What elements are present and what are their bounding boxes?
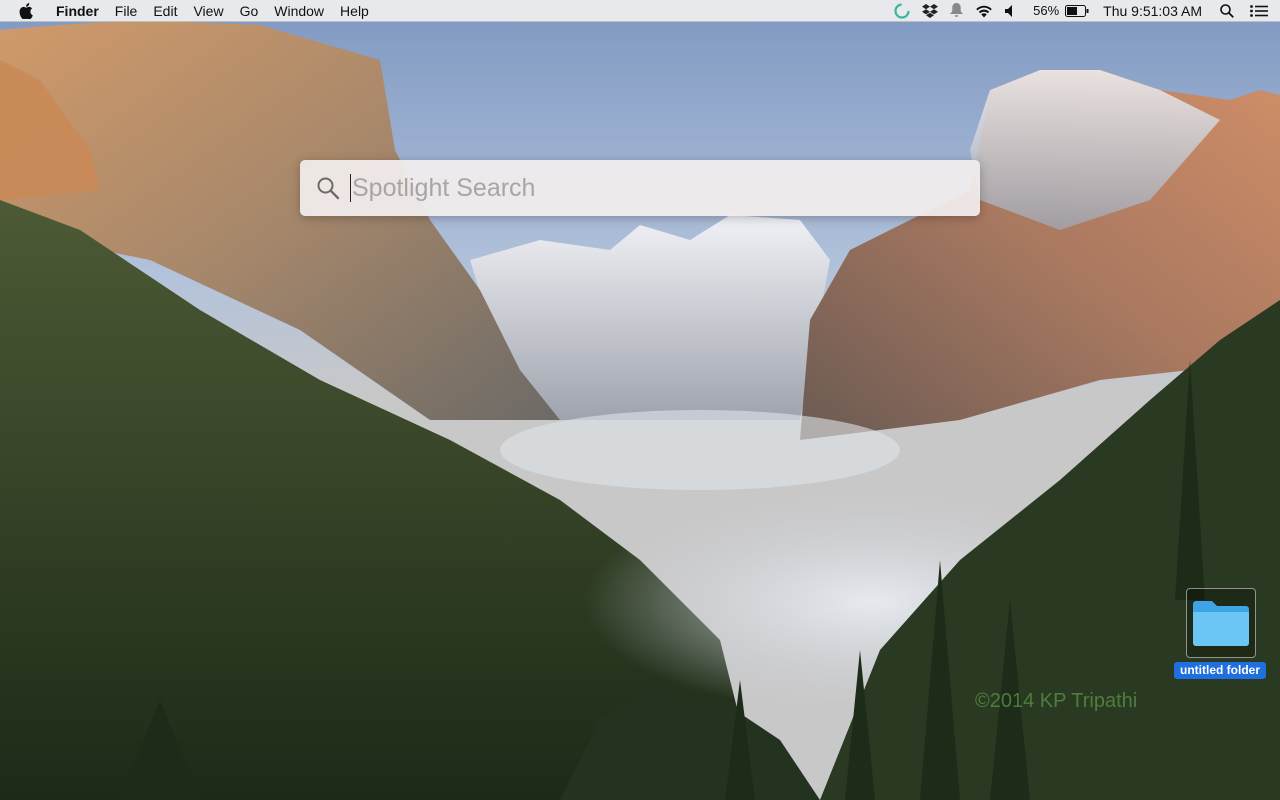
menu-file[interactable]: File	[107, 0, 146, 22]
wifi-icon[interactable]	[975, 4, 993, 18]
desktop-background	[0, 0, 1280, 800]
battery-percent: 56%	[1033, 3, 1060, 18]
battery-icon[interactable]	[1065, 4, 1089, 17]
menu-bar: Finder File Edit View Go Window Help 56%…	[0, 0, 1280, 22]
menu-bar-clock[interactable]: Thu 9:51:03 AM	[1103, 3, 1202, 19]
menu-app-finder[interactable]: Finder	[54, 0, 107, 22]
folder-label[interactable]: untitled folder	[1174, 662, 1266, 679]
menu-help[interactable]: Help	[332, 0, 377, 22]
spotlight-search-icon[interactable]	[1220, 3, 1234, 18]
wallpaper-watermark: ©2014 KP Tripathi	[975, 690, 1138, 712]
notification-center-icon[interactable]	[1250, 4, 1268, 17]
apple-menu-icon[interactable]	[16, 2, 36, 19]
spotlight-search-panel	[300, 160, 980, 216]
dropbox-icon[interactable]	[922, 3, 939, 18]
desktop-folder[interactable]: untitled folder	[1174, 588, 1268, 680]
spotlight-search-input[interactable]	[351, 168, 952, 208]
wallpaper-image	[0, 0, 1280, 800]
volume-icon[interactable]	[1005, 4, 1017, 17]
focus-app-icon[interactable]	[894, 2, 910, 19]
menu-view[interactable]: View	[185, 0, 231, 22]
menu-go[interactable]: Go	[232, 0, 267, 22]
folder-icon[interactable]	[1186, 588, 1256, 658]
menu-window[interactable]: Window	[266, 0, 332, 22]
menu-edit[interactable]: Edit	[145, 0, 185, 22]
notification-bell-icon[interactable]	[950, 3, 964, 18]
search-icon	[316, 175, 342, 201]
